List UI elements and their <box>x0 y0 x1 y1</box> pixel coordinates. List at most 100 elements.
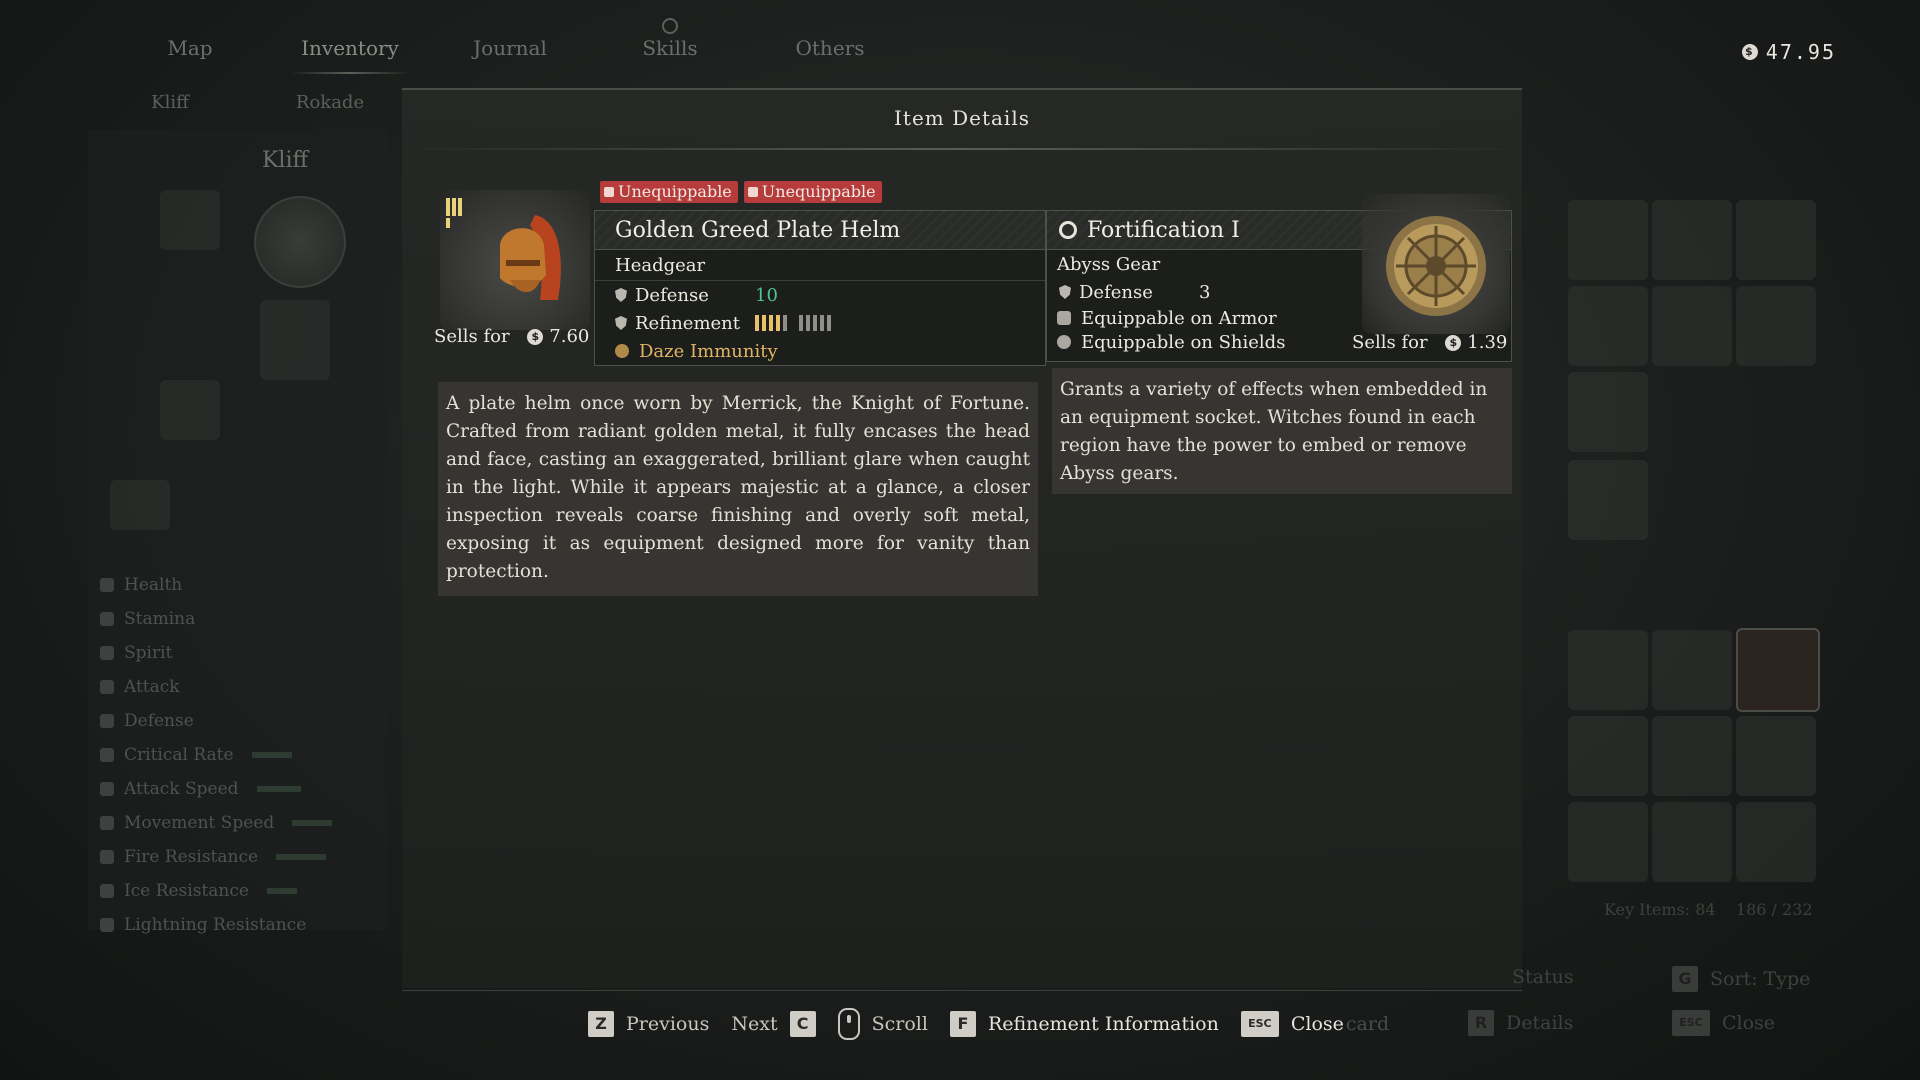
inventory-slot[interactable] <box>1652 200 1732 280</box>
stamina-icon <box>100 612 114 626</box>
status-ghost: Status <box>1512 966 1574 988</box>
tab-rokade[interactable]: Rokade <box>250 92 410 113</box>
inventory-slot[interactable] <box>1568 372 1648 452</box>
item-name: Golden Greed Plate Helm <box>595 211 1045 250</box>
armor-icon <box>1057 311 1071 325</box>
character-name: Kliff <box>262 148 309 173</box>
stat-bar <box>251 752 292 758</box>
refinement-row: Refinement <box>595 309 1045 337</box>
warning-icon <box>747 186 758 197</box>
key-g: G <box>1672 966 1698 992</box>
tab-others[interactable]: Others <box>750 36 910 60</box>
tab-skills-label: Skills <box>642 36 698 60</box>
tab-kliff[interactable]: Kliff <box>90 92 250 113</box>
refinement-pip <box>776 315 780 331</box>
inventory-count: Key Items: 84 186 / 232 <box>1604 900 1813 919</box>
equip-slot[interactable] <box>260 300 330 380</box>
stat-bar <box>292 820 333 826</box>
shield-icon <box>615 288 627 302</box>
hammer-icon <box>615 316 627 330</box>
helm-icon <box>446 198 561 300</box>
stat-fire-resistance: Fire Resistance <box>100 840 332 874</box>
status-tags: Unequippable Unequippable <box>600 181 882 203</box>
stat-spirit: Spirit <box>100 636 332 670</box>
tab-skills[interactable]: Skills <box>590 18 750 60</box>
sort-button[interactable]: G Sort: Type <box>1672 966 1810 992</box>
boot-icon <box>100 816 114 830</box>
helm-image <box>440 190 590 330</box>
key-c: C <box>789 1011 816 1037</box>
inventory-slot[interactable] <box>1652 716 1732 796</box>
refinement-pip <box>755 315 759 331</box>
currency-amount: 47.95 <box>1765 40 1836 64</box>
sword-icon <box>100 680 114 694</box>
details-button[interactable]: R Details <box>1468 1010 1573 1036</box>
key-esc: ESC <box>1240 1011 1279 1037</box>
helm-sell-price: Sells for $7.60 <box>434 326 590 347</box>
refinement-pip <box>769 315 773 331</box>
inventory-slot[interactable] <box>1568 802 1648 882</box>
inventory-slot-selected[interactable] <box>1736 628 1820 712</box>
refinement-pip <box>827 315 831 331</box>
refinement-pip <box>799 315 803 331</box>
tab-map[interactable]: Map <box>110 36 270 60</box>
gear-cog-icon <box>1386 216 1486 316</box>
refinement-pips <box>755 315 831 331</box>
item-category: Headgear <box>595 250 1045 281</box>
equip-slot[interactable] <box>160 380 220 440</box>
notification-icon <box>662 18 678 34</box>
equip-slot[interactable] <box>160 190 220 250</box>
next-button[interactable]: Next C <box>731 1011 816 1037</box>
stat-defense: Defense <box>100 704 332 738</box>
stats-list: Health Stamina Spirit Attack Defense Cri… <box>100 568 333 942</box>
stat-health: Health <box>100 568 332 602</box>
tab-journal[interactable]: Journal <box>430 36 590 60</box>
stat-movement-speed: Movement Speed <box>100 806 333 840</box>
inventory-slot[interactable] <box>1736 286 1816 366</box>
inventory-close-button[interactable]: ESC Close <box>1672 1010 1775 1036</box>
inventory-slot[interactable] <box>1736 716 1816 796</box>
character-portrait <box>254 196 346 288</box>
inventory-slot[interactable] <box>1568 460 1648 540</box>
inventory-slot[interactable] <box>1568 200 1648 280</box>
stat-lightning-resistance: Lightning Resistance <box>100 908 332 942</box>
refinement-pip <box>813 315 817 331</box>
inventory-slot[interactable] <box>1736 200 1816 280</box>
dialog-title: Item Details <box>894 106 1030 130</box>
gear-description: Grants a variety of effects when embedde… <box>1052 368 1512 494</box>
ability-row: Daze Immunity <box>595 337 1045 365</box>
discard-ghost-text: card <box>1345 1013 1390 1035</box>
stat-ice-resistance: Ice Resistance <box>100 874 332 908</box>
inventory-slot[interactable] <box>1652 286 1732 366</box>
bottom-divider <box>402 990 1522 991</box>
stat-bar <box>266 888 297 894</box>
refinement-pip <box>762 315 766 331</box>
close-button[interactable]: ESC Close card <box>1240 1011 1390 1037</box>
equip-slot[interactable] <box>110 480 170 530</box>
scroll-hint[interactable]: Scroll <box>837 1008 928 1040</box>
item-stats-panel: Golden Greed Plate Helm Headgear Defense… <box>594 210 1046 366</box>
refinement-info-button[interactable]: F Refinement Information <box>949 1011 1219 1037</box>
inventory-slot[interactable] <box>1736 802 1816 882</box>
lightning-icon <box>100 918 114 932</box>
tab-inventory[interactable]: Inventory <box>270 36 430 74</box>
gear-defense-value: 3 <box>1199 281 1211 303</box>
character-tabs: Kliff Rokade <box>90 92 410 113</box>
inventory-slot[interactable] <box>1568 630 1648 710</box>
coin-icon: $ <box>1741 44 1758 60</box>
defense-value: 10 <box>755 284 778 306</box>
key-esc: ESC <box>1672 1010 1710 1036</box>
inventory-slot[interactable] <box>1652 630 1732 710</box>
refinement-pip <box>820 315 824 331</box>
attack-speed-icon <box>100 782 114 796</box>
top-navigation: Map Inventory Journal Skills Others <box>110 18 910 74</box>
inventory-slot[interactable] <box>1568 286 1648 366</box>
control-hints: Z Previous Next C Scroll F Refinement Infor… <box>588 1008 1411 1040</box>
unequippable-badge: Unequippable <box>743 181 882 203</box>
inventory-slot[interactable] <box>1568 716 1648 796</box>
previous-button[interactable]: Z Previous <box>588 1011 709 1037</box>
daze-icon <box>615 344 629 358</box>
dialog-divider <box>402 148 1522 150</box>
inventory-slot[interactable] <box>1652 802 1732 882</box>
shield-round-icon <box>1057 335 1071 349</box>
